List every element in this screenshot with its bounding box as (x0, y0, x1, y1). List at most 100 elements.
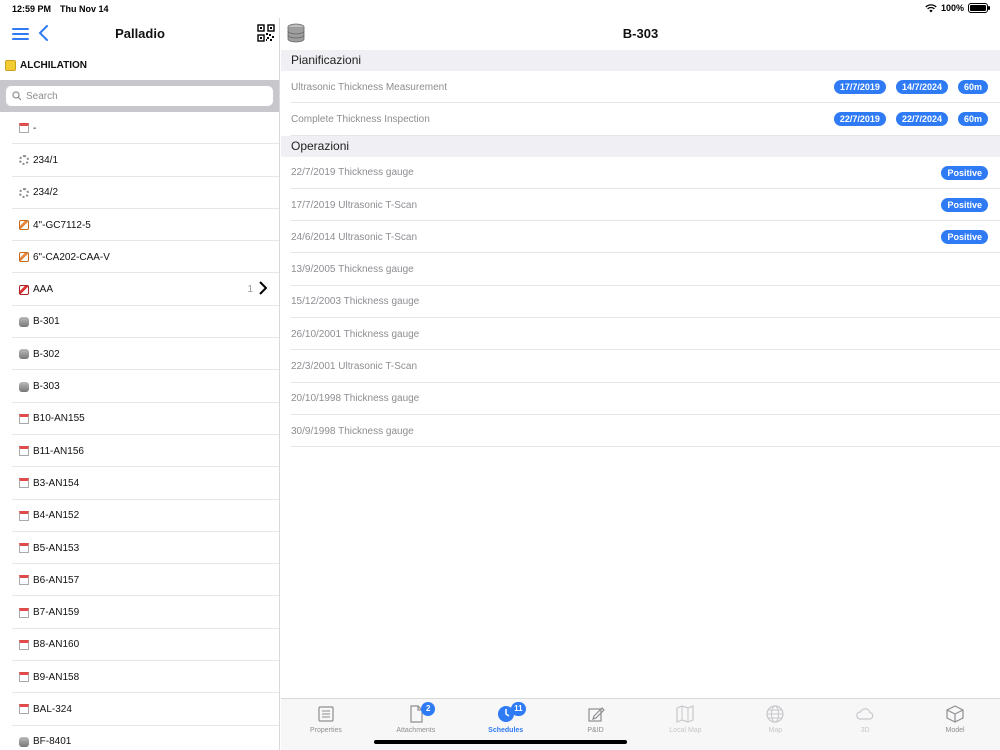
list-item[interactable]: B9-AN158 (0, 661, 279, 694)
operation-label: 22/7/2019 Thickness gauge (291, 167, 414, 179)
tab-properties[interactable]: Properties (281, 699, 371, 750)
planning-row[interactable]: Complete Thickness Inspection 22/7/2019 22… (281, 103, 1000, 136)
operations-section-header: Operazioni (281, 135, 1000, 157)
planning-name: Ultrasonic Thickness Measurement (291, 81, 447, 93)
plant-name: ALCHILATION (20, 59, 88, 71)
list-item[interactable]: 6"-CA202-CAA-V (0, 241, 279, 274)
operation-label: 17/7/2019 Ultrasonic T-Scan (291, 199, 418, 211)
result-badge: Positive (941, 165, 988, 180)
tab-label: Local Map (669, 727, 702, 734)
search-input[interactable] (26, 90, 256, 102)
list-item[interactable]: B8-AN160 (0, 629, 279, 662)
list-item[interactable]: B6-AN157 (0, 564, 279, 597)
tab-model[interactable]: Model (910, 699, 1000, 750)
operation-row[interactable]: 13/9/2005 Thickness gauge (281, 253, 1000, 287)
operation-label: 22/3/2001 Ultrasonic T-Scan (291, 361, 418, 373)
list-item-label: B4-AN152 (33, 510, 80, 522)
sidebar-header: Palladio (0, 18, 279, 50)
list-item[interactable]: B7-AN159 (0, 596, 279, 630)
operation-row[interactable]: 30/9/1998 Thickness gauge (281, 415, 1000, 448)
battery-icon (968, 3, 990, 13)
list-item-label: B3-AN154 (33, 477, 80, 489)
tab-label: P&ID (587, 727, 604, 734)
list-item-label: B7-AN159 (33, 607, 80, 619)
properties-icon (317, 705, 335, 723)
doc-icon (19, 543, 29, 553)
operation-row[interactable]: 22/7/2019 Thickness gauge Positive (281, 157, 1000, 190)
list-item[interactable]: 234/1 (0, 144, 279, 177)
doc-icon (19, 510, 29, 521)
doc-icon (19, 123, 29, 134)
list-item[interactable]: B10-AN155 (0, 403, 279, 436)
list-item[interactable]: B3-AN154 (0, 467, 279, 500)
search-icon (12, 91, 22, 101)
status-indicators: 100% (925, 3, 990, 13)
folder-icon (5, 59, 16, 71)
tank-icon (19, 381, 29, 392)
list-item[interactable]: BF-8401 (0, 726, 279, 750)
operation-row[interactable]: 15/12/2003 Thickness gauge (281, 286, 1000, 319)
tab-3d: 3D (820, 699, 910, 750)
plant-selector[interactable]: ALCHILATION (0, 50, 279, 80)
home-indicator (374, 740, 627, 744)
operation-row[interactable]: 20/10/1998 Thickness gauge (281, 383, 1000, 416)
list-item[interactable]: - (0, 112, 279, 145)
doc-icon (19, 607, 29, 618)
pipe-icon (19, 220, 29, 231)
tank-icon (19, 316, 29, 327)
operation-badges: Positive (941, 230, 988, 245)
planning-row[interactable]: Ultrasonic Thickness Measurement 17/7/201… (281, 71, 1000, 104)
search-field[interactable] (6, 86, 273, 106)
globe-icon (766, 705, 784, 723)
list-item[interactable]: BAL-324 (0, 693, 279, 726)
list-item[interactable]: B11-AN156 (0, 435, 279, 468)
status-bar: 12:59 PM Thu Nov 14 100% (0, 0, 1000, 18)
tab-label: Attachments (396, 727, 436, 734)
list-item[interactable]: B4-AN152 (0, 500, 279, 533)
operation-badges: Positive (941, 198, 988, 213)
end-date-badge: 22/7/2024 (895, 112, 948, 127)
detail-panel: B-303 Pianificazioni Ultrasonic Thicknes… (281, 18, 1000, 750)
doc-icon (19, 478, 29, 489)
planning-section-header: Pianificazioni (281, 50, 1000, 71)
list-item-label: B8-AN160 (33, 639, 80, 651)
operation-label: 26/10/2001 Thickness gauge (291, 328, 420, 340)
doc-icon (19, 575, 29, 586)
tank-icon (19, 736, 29, 747)
doc-icon (19, 639, 29, 650)
status-time: 12:59 PM (12, 4, 52, 14)
list-item[interactable]: B5-AN153 (0, 532, 279, 565)
child-count: 1 (247, 284, 253, 296)
list-item-label: AAA (33, 284, 54, 296)
operation-row[interactable]: 22/3/2001 Ultrasonic T-Scan (281, 350, 1000, 383)
operation-row[interactable]: 26/10/2001 Thickness gauge (281, 318, 1000, 351)
gear-icon (19, 155, 29, 166)
tab-badge: 2 (421, 702, 436, 716)
tab-label: Properties (309, 727, 342, 734)
list-item-label: 234/1 (33, 154, 59, 166)
list-item[interactable]: 234/2 (0, 177, 279, 210)
operation-row[interactable]: 17/7/2019 Ultrasonic T-Scan Positive (281, 189, 1000, 222)
list-item[interactable]: 4"-GC7112-5 (0, 209, 279, 242)
list-item[interactable]: B-301 (0, 306, 279, 339)
operation-label: 15/12/2003 Thickness gauge (291, 296, 420, 308)
pipe-red-icon (19, 284, 29, 295)
start-date-badge: 22/7/2019 (833, 112, 886, 127)
qr-code-icon[interactable] (257, 24, 275, 42)
operation-row[interactable]: 24/6/2014 Ultrasonic T-Scan Positive (281, 221, 1000, 254)
battery-percent: 100% (940, 3, 964, 13)
list-item[interactable]: AAA 1 (0, 273, 279, 307)
result-badge: Positive (941, 230, 988, 245)
end-date-badge: 14/7/2024 (895, 80, 948, 95)
list-item[interactable]: B-303 (0, 370, 279, 403)
operation-badges: Positive (941, 165, 988, 180)
list-item-label: - (33, 122, 37, 134)
search-bar (0, 80, 279, 112)
operations-list: 22/7/2019 Thickness gauge Positive 17/7/20… (281, 157, 1000, 448)
sidebar: Palladio ALCHILATION - 234/1 234/2 4"-GC711… (0, 18, 280, 750)
sidebar-title: Palladio (115, 26, 165, 41)
status-date: Thu Nov 14 (60, 4, 109, 14)
wifi-icon (925, 3, 937, 12)
list-item[interactable]: B-302 (0, 338, 279, 371)
tab-label: Model (945, 727, 965, 734)
